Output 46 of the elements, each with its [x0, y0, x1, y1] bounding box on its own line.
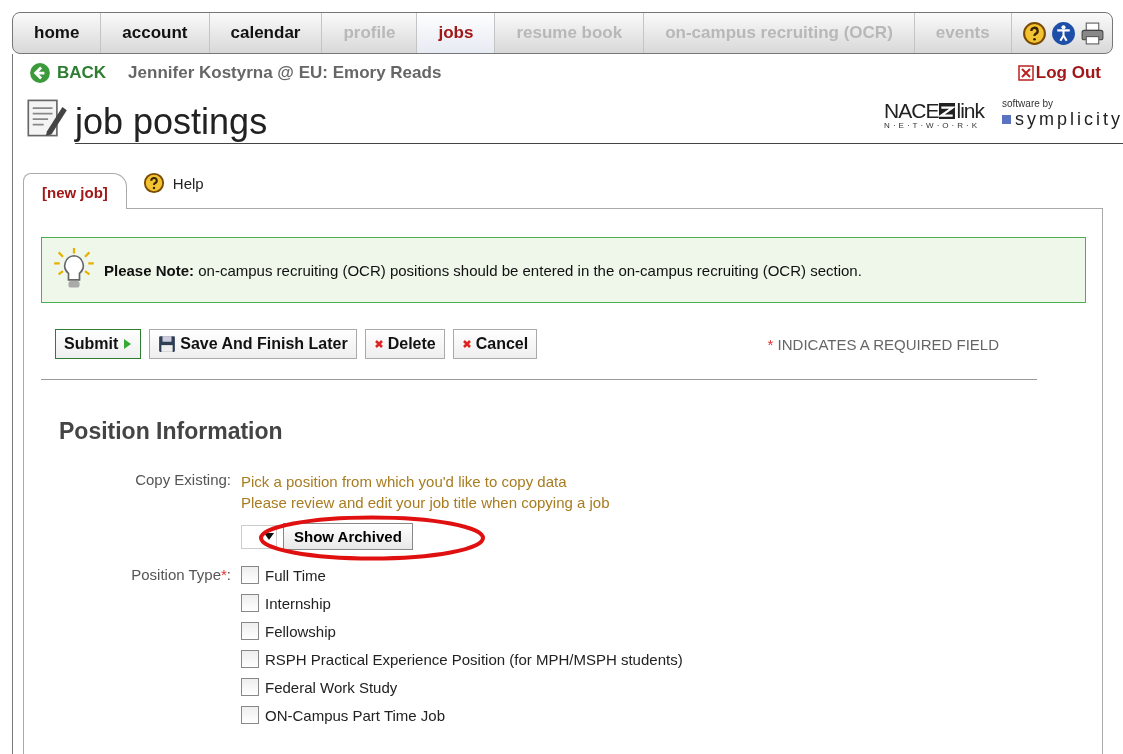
checkbox[interactable]	[241, 566, 259, 584]
close-icon	[1017, 65, 1034, 81]
note-text: Please Note: on-campus recruiting (OCR) positions should be entered in the on-campus recruiting (OCR) section.	[104, 261, 862, 279]
hint-text: Pick a position from which you'd like to copy data	[241, 472, 568, 492]
nav-tab[interactable]: account	[101, 13, 210, 53]
close-icon	[461, 339, 472, 349]
nav-tab[interactable]: jobs	[417, 13, 496, 53]
required-note: * INDICATES A REQUIRED FIELD	[767, 335, 999, 353]
checkbox[interactable]	[241, 650, 259, 668]
tab[interactable]: [new job]	[23, 173, 127, 209]
action-button[interactable]: Delete	[364, 329, 445, 359]
position-dropdown[interactable]	[241, 524, 277, 549]
help-tab[interactable]: Help	[126, 172, 204, 206]
checkbox-label: Full Time	[265, 566, 326, 584]
nav-tab[interactable]: home	[13, 13, 102, 53]
action-button[interactable]: Submit	[55, 329, 142, 359]
back-link[interactable]: BACK	[29, 62, 107, 84]
help-icon[interactable]	[1021, 20, 1047, 46]
checkbox-label: Federal Work Study	[265, 678, 398, 696]
help-icon	[142, 172, 165, 194]
close-icon	[373, 339, 384, 349]
play-arrow-icon	[122, 339, 133, 349]
checkbox[interactable]	[241, 622, 259, 640]
checkbox-label: RSPH Practical Experience Position (for MPH/MSPH students)	[265, 650, 683, 668]
checkbox-label: Fellowship	[265, 622, 336, 640]
checkbox[interactable]	[241, 594, 259, 612]
checkbox-label: Internship	[265, 594, 331, 612]
action-button[interactable]: Cancel	[452, 329, 538, 359]
field-label: Copy Existing:	[134, 471, 231, 490]
logout-link[interactable]: Log Out	[1017, 63, 1101, 83]
user-name: Jennifer Kostyrna @ EU: Emory Reads	[128, 63, 442, 83]
page-title: job postings	[75, 104, 268, 140]
caret-icon	[264, 532, 274, 541]
section-title: Position Information	[59, 418, 284, 445]
checkbox[interactable]	[241, 706, 259, 724]
hint-text: Please review and edit your job title when copying a job	[241, 493, 610, 513]
checkbox[interactable]	[241, 678, 259, 696]
nav-tab[interactable]: calendar	[209, 13, 323, 53]
checkbox-label: ON-Campus Part Time Job	[265, 706, 446, 724]
accessibility-icon[interactable]	[1050, 20, 1076, 46]
symplicity-logo: software by symplicity	[1002, 98, 1123, 130]
nacelink-logo: NACE link N·E·T·W·O·R·K	[884, 100, 984, 130]
field-label: Position Type*:	[130, 566, 231, 585]
action-button[interactable]: Save And Finish Later	[149, 329, 357, 359]
printer-icon[interactable]	[1079, 20, 1105, 46]
show-archived-button[interactable]: Show Archived	[283, 523, 413, 550]
